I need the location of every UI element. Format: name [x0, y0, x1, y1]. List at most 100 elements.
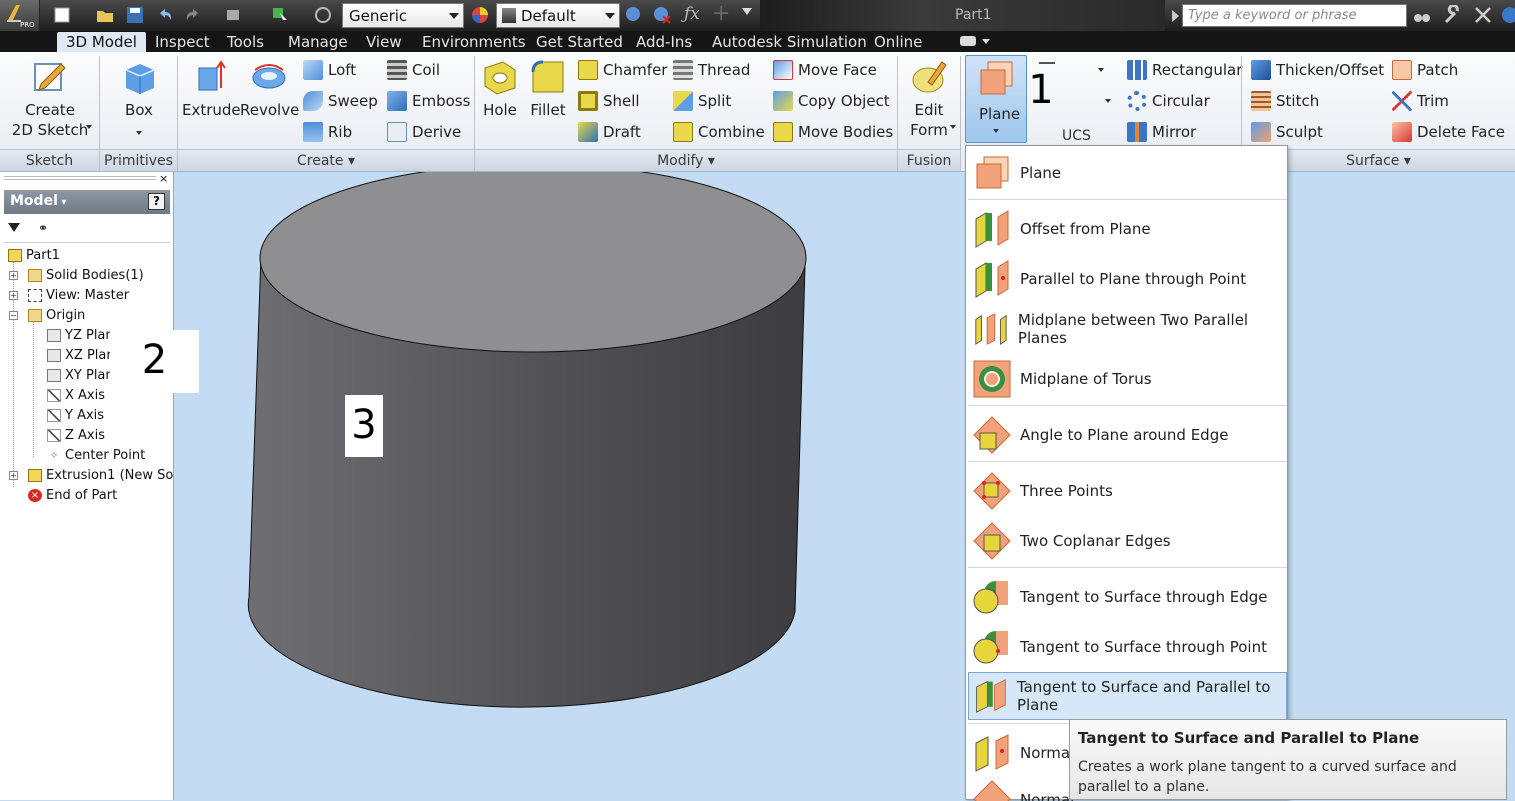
tree-item-extrusion1[interactable]: Extrusion1 (New Solid): [28, 468, 174, 483]
tree-item-y-axis[interactable]: Y Axis: [47, 408, 104, 423]
app-menu-button[interactable]: PRO: [0, 0, 40, 31]
edit-form-button[interactable]: Edit Form: [902, 58, 956, 140]
tree-item-origin[interactable]: Origin: [28, 308, 85, 323]
expand-icon[interactable]: +: [9, 471, 18, 480]
tab-environments[interactable]: Environments: [413, 32, 535, 52]
expand-icon[interactable]: +: [9, 291, 18, 300]
tools-icon[interactable]: [1473, 5, 1493, 25]
help-icon[interactable]: [1500, 5, 1515, 25]
menu-item-tangent-through-point[interactable]: Tangent to Surface through Point: [968, 623, 1287, 671]
find-binoculars-icon[interactable]: ⚭: [38, 221, 48, 235]
panel-footer-modify[interactable]: Modify ▾: [475, 149, 897, 171]
ucs-label[interactable]: UCS: [1062, 128, 1091, 145]
menu-item-tangent-through-edge[interactable]: Tangent to Surface through Edge: [968, 573, 1287, 621]
chevron-down-icon[interactable]: [1098, 68, 1104, 72]
thread-button[interactable]: Thread: [673, 60, 750, 80]
move-bodies-button[interactable]: Move Bodies: [773, 122, 893, 142]
delete-face-button[interactable]: Delete Face: [1392, 122, 1505, 142]
combine-button[interactable]: Combine: [673, 122, 765, 142]
loft-button[interactable]: Loft: [303, 60, 356, 80]
collapse-icon[interactable]: −: [9, 311, 18, 320]
emboss-button[interactable]: Emboss: [387, 91, 470, 111]
shell-button[interactable]: Shell: [578, 91, 640, 111]
save-icon[interactable]: [125, 5, 145, 25]
clear-appearance-icon[interactable]: [652, 5, 672, 25]
search-expand-icon[interactable]: [1172, 10, 1179, 22]
chevron-down-icon[interactable]: [1105, 99, 1111, 103]
plus-icon[interactable]: +: [712, 1, 730, 26]
filter-icon[interactable]: [8, 223, 20, 232]
ribbon-minimize-icon[interactable]: [960, 36, 976, 46]
menu-item-plane[interactable]: Plane: [968, 149, 1287, 197]
browser-grip[interactable]: [4, 176, 156, 182]
menu-item-midplane-torus[interactable]: Midplane of Torus: [968, 355, 1287, 403]
new-file-icon[interactable]: [52, 5, 72, 25]
trim-button[interactable]: Trim: [1392, 91, 1449, 111]
wrench-icon[interactable]: [1443, 5, 1463, 25]
search-input[interactable]: Type a keyword or phrase: [1182, 4, 1407, 27]
menu-item-parallel-through-point[interactable]: Parallel to Plane through Point: [968, 255, 1287, 303]
tab-view[interactable]: View: [357, 32, 411, 52]
appearance-select[interactable]: Default: [496, 3, 620, 28]
extrude-button[interactable]: Extrude: [182, 58, 241, 120]
plane-button[interactable]: Plane: [965, 55, 1027, 143]
undo-icon[interactable]: [155, 5, 175, 25]
tree-item-end-of-part[interactable]: × End of Part: [28, 488, 117, 503]
tab-inspect[interactable]: Inspect: [146, 32, 219, 52]
rectangular-pattern-button[interactable]: Rectangular: [1127, 60, 1242, 80]
sweep-button[interactable]: Sweep: [303, 91, 378, 111]
menu-item-three-points[interactable]: Three Points: [968, 467, 1287, 515]
tree-item-x-axis[interactable]: X Axis: [47, 388, 105, 403]
thicken-offset-button[interactable]: Thicken/Offset: [1251, 60, 1384, 80]
tree-item-view-master[interactable]: View: Master: [28, 288, 129, 303]
chevron-down-icon[interactable]: [982, 39, 990, 44]
move-face-button[interactable]: Move Face: [773, 60, 877, 80]
tab-autodesk-simulation[interactable]: Autodesk Simulation: [703, 32, 876, 52]
menu-item-offset-from-plane[interactable]: Offset from Plane: [968, 205, 1287, 253]
coil-button[interactable]: Coil: [387, 60, 440, 80]
tree-item-part1[interactable]: Part1: [8, 248, 60, 263]
create-2d-sketch-button[interactable]: Create 2D Sketch: [10, 58, 90, 140]
copy-object-button[interactable]: Copy Object: [773, 91, 890, 111]
browser-header[interactable]: Model ▾ ?: [4, 190, 170, 214]
revolve-button[interactable]: Revolve: [240, 58, 299, 120]
cylinder-top-face[interactable]: [259, 172, 807, 353]
tab-tools[interactable]: Tools: [218, 32, 273, 52]
open-folder-icon[interactable]: [95, 5, 115, 25]
tree-item-center-point[interactable]: ✧ Center Point: [47, 448, 145, 463]
tab-online[interactable]: Online: [865, 32, 931, 52]
binoculars-icon[interactable]: [1412, 5, 1432, 25]
tree-item-z-axis[interactable]: Z Axis: [47, 428, 105, 443]
circular-pattern-button[interactable]: Circular: [1127, 91, 1210, 111]
return-icon[interactable]: [224, 5, 244, 25]
customize-arrow-icon[interactable]: [742, 8, 752, 15]
tab-3d-model[interactable]: 3D Model: [57, 32, 146, 52]
chevron-down-icon[interactable]: [950, 125, 956, 129]
update-icon[interactable]: [313, 5, 333, 25]
menu-item-tangent-parallel-to-plane[interactable]: Tangent to Surface and Parallel to Plane: [968, 672, 1287, 720]
select-filter-icon[interactable]: [270, 5, 290, 25]
menu-item-midplane-parallel[interactable]: Midplane between Two Parallel Planes: [968, 305, 1287, 353]
menu-item-two-coplanar-edges[interactable]: Two Coplanar Edges: [968, 517, 1287, 565]
split-button[interactable]: Split: [673, 91, 731, 111]
stitch-button[interactable]: Stitch: [1251, 91, 1319, 111]
sculpt-button[interactable]: Sculpt: [1251, 122, 1323, 142]
redo-icon[interactable]: [183, 5, 203, 25]
chevron-down-icon[interactable]: [86, 125, 92, 129]
patch-button[interactable]: Patch: [1392, 60, 1458, 80]
tree-item-solid-bodies[interactable]: Solid Bodies(1): [28, 268, 144, 283]
adjust-appearance-icon[interactable]: [624, 5, 644, 25]
tab-manage[interactable]: Manage: [279, 32, 357, 52]
hole-button[interactable]: Hole: [478, 58, 522, 120]
menu-item-angle-around-edge[interactable]: Angle to Plane around Edge: [968, 411, 1287, 459]
box-primitive-button[interactable]: Box: [110, 58, 168, 140]
close-icon[interactable]: ×: [159, 172, 168, 185]
derive-button[interactable]: Derive: [387, 122, 461, 142]
axis-icon[interactable]: [1039, 62, 1055, 64]
expand-icon[interactable]: +: [9, 271, 18, 280]
help-icon[interactable]: ?: [148, 193, 165, 210]
fx-parameters-icon[interactable]: ƒx: [684, 4, 700, 24]
color-wheel-icon[interactable]: [470, 5, 490, 25]
draft-button[interactable]: Draft: [578, 122, 641, 142]
tab-add-ins[interactable]: Add-Ins: [627, 32, 701, 52]
